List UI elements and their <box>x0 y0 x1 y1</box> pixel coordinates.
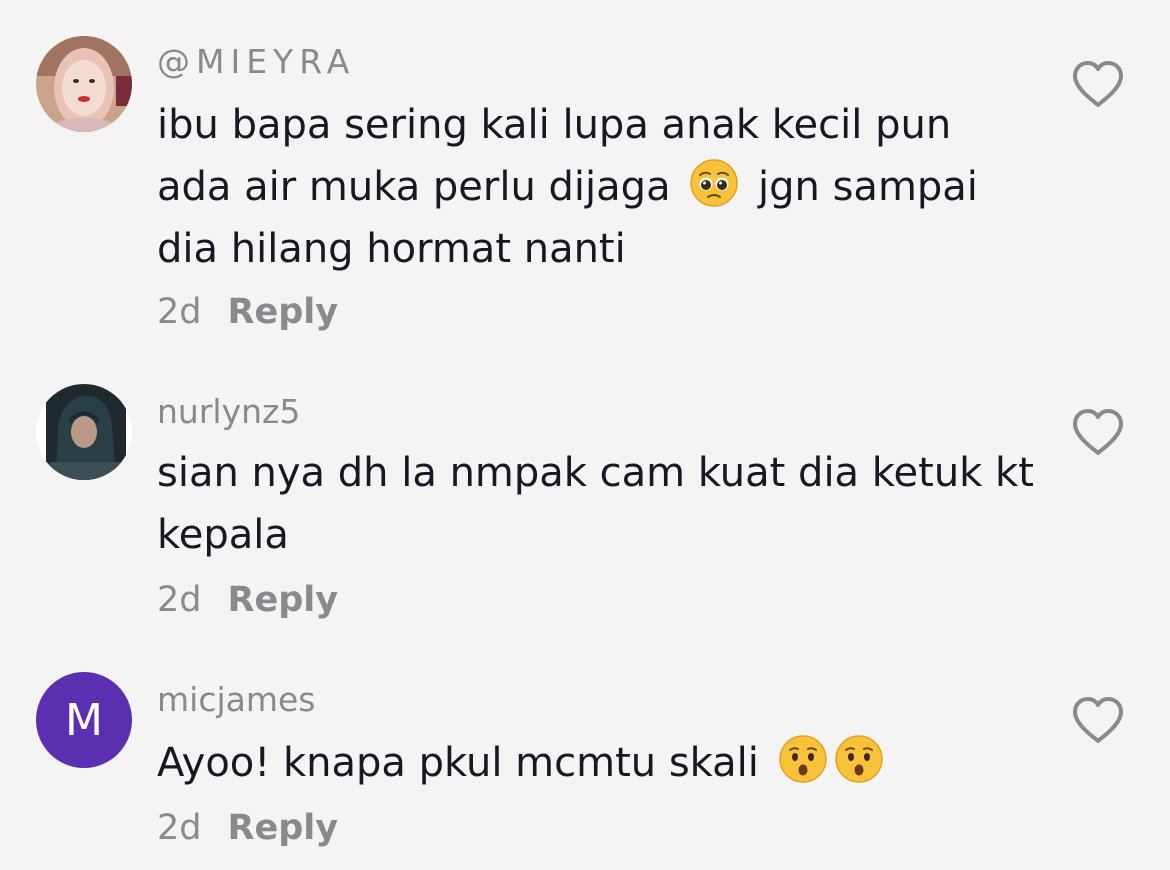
reply-button[interactable]: Reply <box>228 292 339 332</box>
comment-list: @MIEYRA ibu bapa sering kali lupa anak k… <box>0 0 1170 870</box>
comment-username[interactable]: micjames <box>157 680 316 719</box>
comment-username[interactable]: nurlynz5 <box>157 392 300 431</box>
comment-meta: 2d Reply <box>157 580 338 620</box>
comment-time: 2d <box>157 292 202 332</box>
hushed-face-emoji <box>778 735 827 783</box>
comment-meta: 2d Reply <box>157 808 338 848</box>
comment-text: sian nya dh la nmpak cam kuat dia ketuk … <box>157 450 1034 558</box>
pleading-face-emoji <box>690 159 739 207</box>
comment-time: 2d <box>157 808 202 848</box>
heart-outline-icon[interactable] <box>1071 408 1125 458</box>
comment-text: Ayoo! knapa pkul mcmtu skali <box>157 732 1037 794</box>
heart-outline-icon[interactable] <box>1071 60 1125 110</box>
avatar-photo <box>36 384 132 480</box>
comment-time: 2d <box>157 580 202 620</box>
comment-text-part: Ayoo! knapa pkul mcmtu skali <box>157 740 759 786</box>
heart-outline-icon[interactable] <box>1071 696 1125 746</box>
reply-button[interactable]: Reply <box>228 808 339 848</box>
avatar[interactable] <box>36 36 132 132</box>
comment-text: ibu bapa sering kali lupa anak kecil pun… <box>157 94 1037 280</box>
hushed-face-emoji <box>834 735 883 783</box>
comment-username[interactable]: @MIEYRA <box>157 42 355 81</box>
avatar[interactable] <box>36 384 132 480</box>
avatar[interactable]: M <box>36 672 132 768</box>
reply-button[interactable]: Reply <box>228 580 339 620</box>
comment-meta: 2d Reply <box>157 292 338 332</box>
avatar-photo <box>36 36 132 132</box>
